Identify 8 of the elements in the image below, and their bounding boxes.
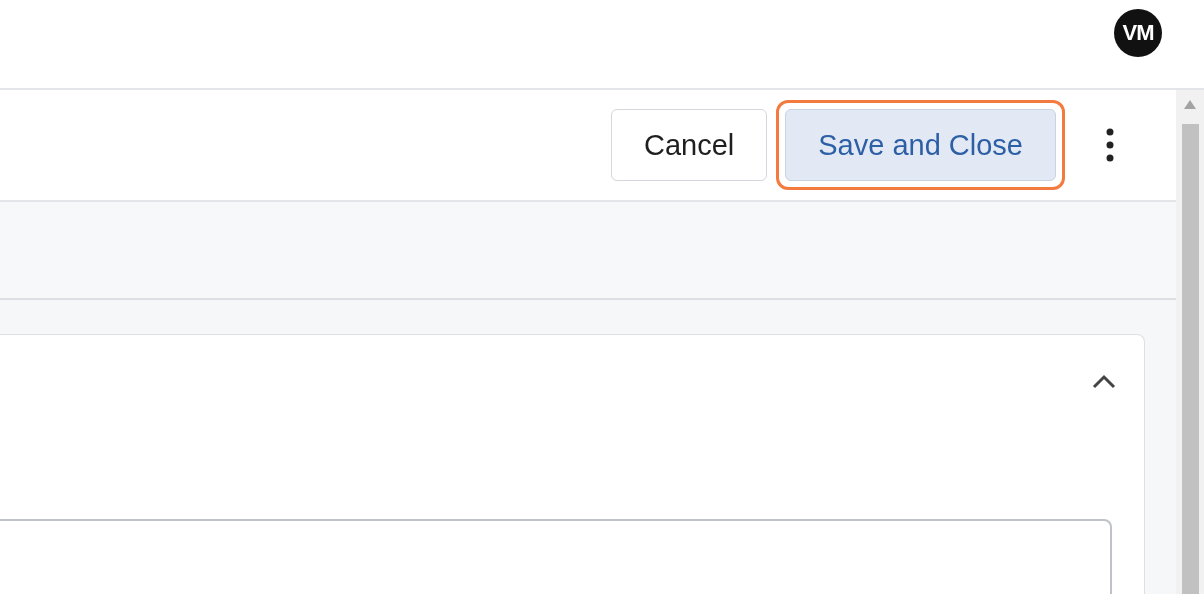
save-and-close-button[interactable]: Save and Close — [785, 109, 1056, 181]
scrollbar[interactable] — [1176, 90, 1204, 594]
input-field[interactable] — [0, 519, 1112, 594]
more-options-icon[interactable] — [1104, 128, 1116, 162]
chevron-up-icon[interactable] — [1092, 373, 1116, 389]
cancel-button[interactable]: Cancel — [610, 109, 768, 181]
scroll-up-icon[interactable] — [1184, 100, 1196, 109]
user-avatar[interactable]: VM — [1114, 9, 1162, 57]
